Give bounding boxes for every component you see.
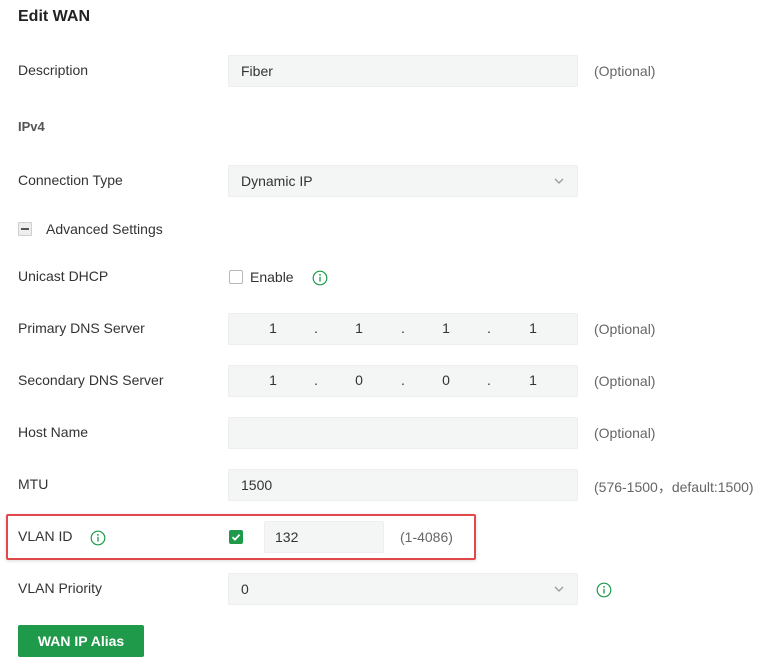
checkmark-icon bbox=[231, 533, 241, 541]
vlan-priority-select[interactable]: 0 bbox=[228, 573, 578, 605]
octet-separator: . bbox=[487, 320, 491, 336]
primary-dns-input[interactable]: 1 . 1 . 1 . 1 bbox=[228, 313, 578, 345]
connection-type-label: Connection Type bbox=[18, 172, 123, 188]
primary-dns-octet-2[interactable]: 1 bbox=[339, 320, 379, 336]
chevron-down-icon bbox=[554, 178, 564, 184]
secondary-dns-octet-2[interactable]: 0 bbox=[339, 372, 379, 388]
octet-separator: . bbox=[401, 372, 405, 388]
primary-dns-label: Primary DNS Server bbox=[18, 320, 145, 336]
primary-dns-octet-1[interactable]: 1 bbox=[253, 320, 293, 336]
octet-separator: . bbox=[401, 320, 405, 336]
secondary-dns-octet-3[interactable]: 0 bbox=[426, 372, 466, 388]
octet-separator: . bbox=[314, 320, 318, 336]
secondary-dns-label: Secondary DNS Server bbox=[18, 372, 164, 388]
minus-icon[interactable] bbox=[18, 222, 32, 236]
primary-dns-octet-3[interactable]: 1 bbox=[426, 320, 466, 336]
vlan-priority-value: 0 bbox=[241, 581, 249, 597]
secondary-dns-octet-1[interactable]: 1 bbox=[253, 372, 293, 388]
unicast-dhcp-label: Unicast DHCP bbox=[18, 268, 109, 284]
octet-separator: . bbox=[314, 372, 318, 388]
vlan-id-input[interactable] bbox=[264, 521, 384, 553]
vlan-id-checkbox[interactable] bbox=[229, 530, 243, 544]
secondary-dns-input[interactable]: 1 . 0 . 0 . 1 bbox=[228, 365, 578, 397]
connection-type-value: Dynamic IP bbox=[241, 173, 313, 189]
mtu-hint: (576-1500，default:1500) bbox=[594, 479, 754, 495]
info-icon[interactable] bbox=[90, 530, 106, 546]
unicast-dhcp-enable-label: Enable bbox=[250, 269, 294, 285]
mtu-input[interactable] bbox=[228, 469, 578, 501]
info-icon[interactable] bbox=[596, 582, 612, 598]
ipv4-section-label: IPv4 bbox=[18, 119, 45, 134]
chevron-down-icon bbox=[554, 586, 564, 592]
secondary-dns-hint: (Optional) bbox=[594, 373, 656, 389]
host-name-label: Host Name bbox=[18, 424, 89, 440]
unicast-dhcp-checkbox[interactable] bbox=[229, 270, 243, 284]
primary-dns-octet-4[interactable]: 1 bbox=[513, 320, 553, 336]
description-label: Description bbox=[18, 62, 89, 78]
mtu-label: MTU bbox=[18, 476, 49, 492]
octet-separator: . bbox=[487, 372, 491, 388]
description-hint: (Optional) bbox=[594, 63, 656, 79]
host-name-hint: (Optional) bbox=[594, 425, 656, 441]
description-input[interactable] bbox=[228, 55, 578, 87]
host-name-input[interactable] bbox=[228, 417, 578, 449]
secondary-dns-octet-4[interactable]: 1 bbox=[513, 372, 553, 388]
primary-dns-hint: (Optional) bbox=[594, 321, 656, 337]
connection-type-select[interactable]: Dynamic IP bbox=[228, 165, 578, 197]
vlan-id-label: VLAN ID bbox=[18, 528, 73, 544]
vlan-priority-label: VLAN Priority bbox=[18, 580, 103, 596]
info-icon[interactable] bbox=[312, 270, 328, 286]
vlan-id-hint: (1-4086) bbox=[400, 529, 453, 545]
advanced-settings-toggle[interactable]: Advanced Settings bbox=[46, 221, 163, 237]
page-title: Edit WAN bbox=[18, 8, 90, 25]
wan-ip-alias-button[interactable]: WAN IP Alias bbox=[18, 625, 144, 657]
